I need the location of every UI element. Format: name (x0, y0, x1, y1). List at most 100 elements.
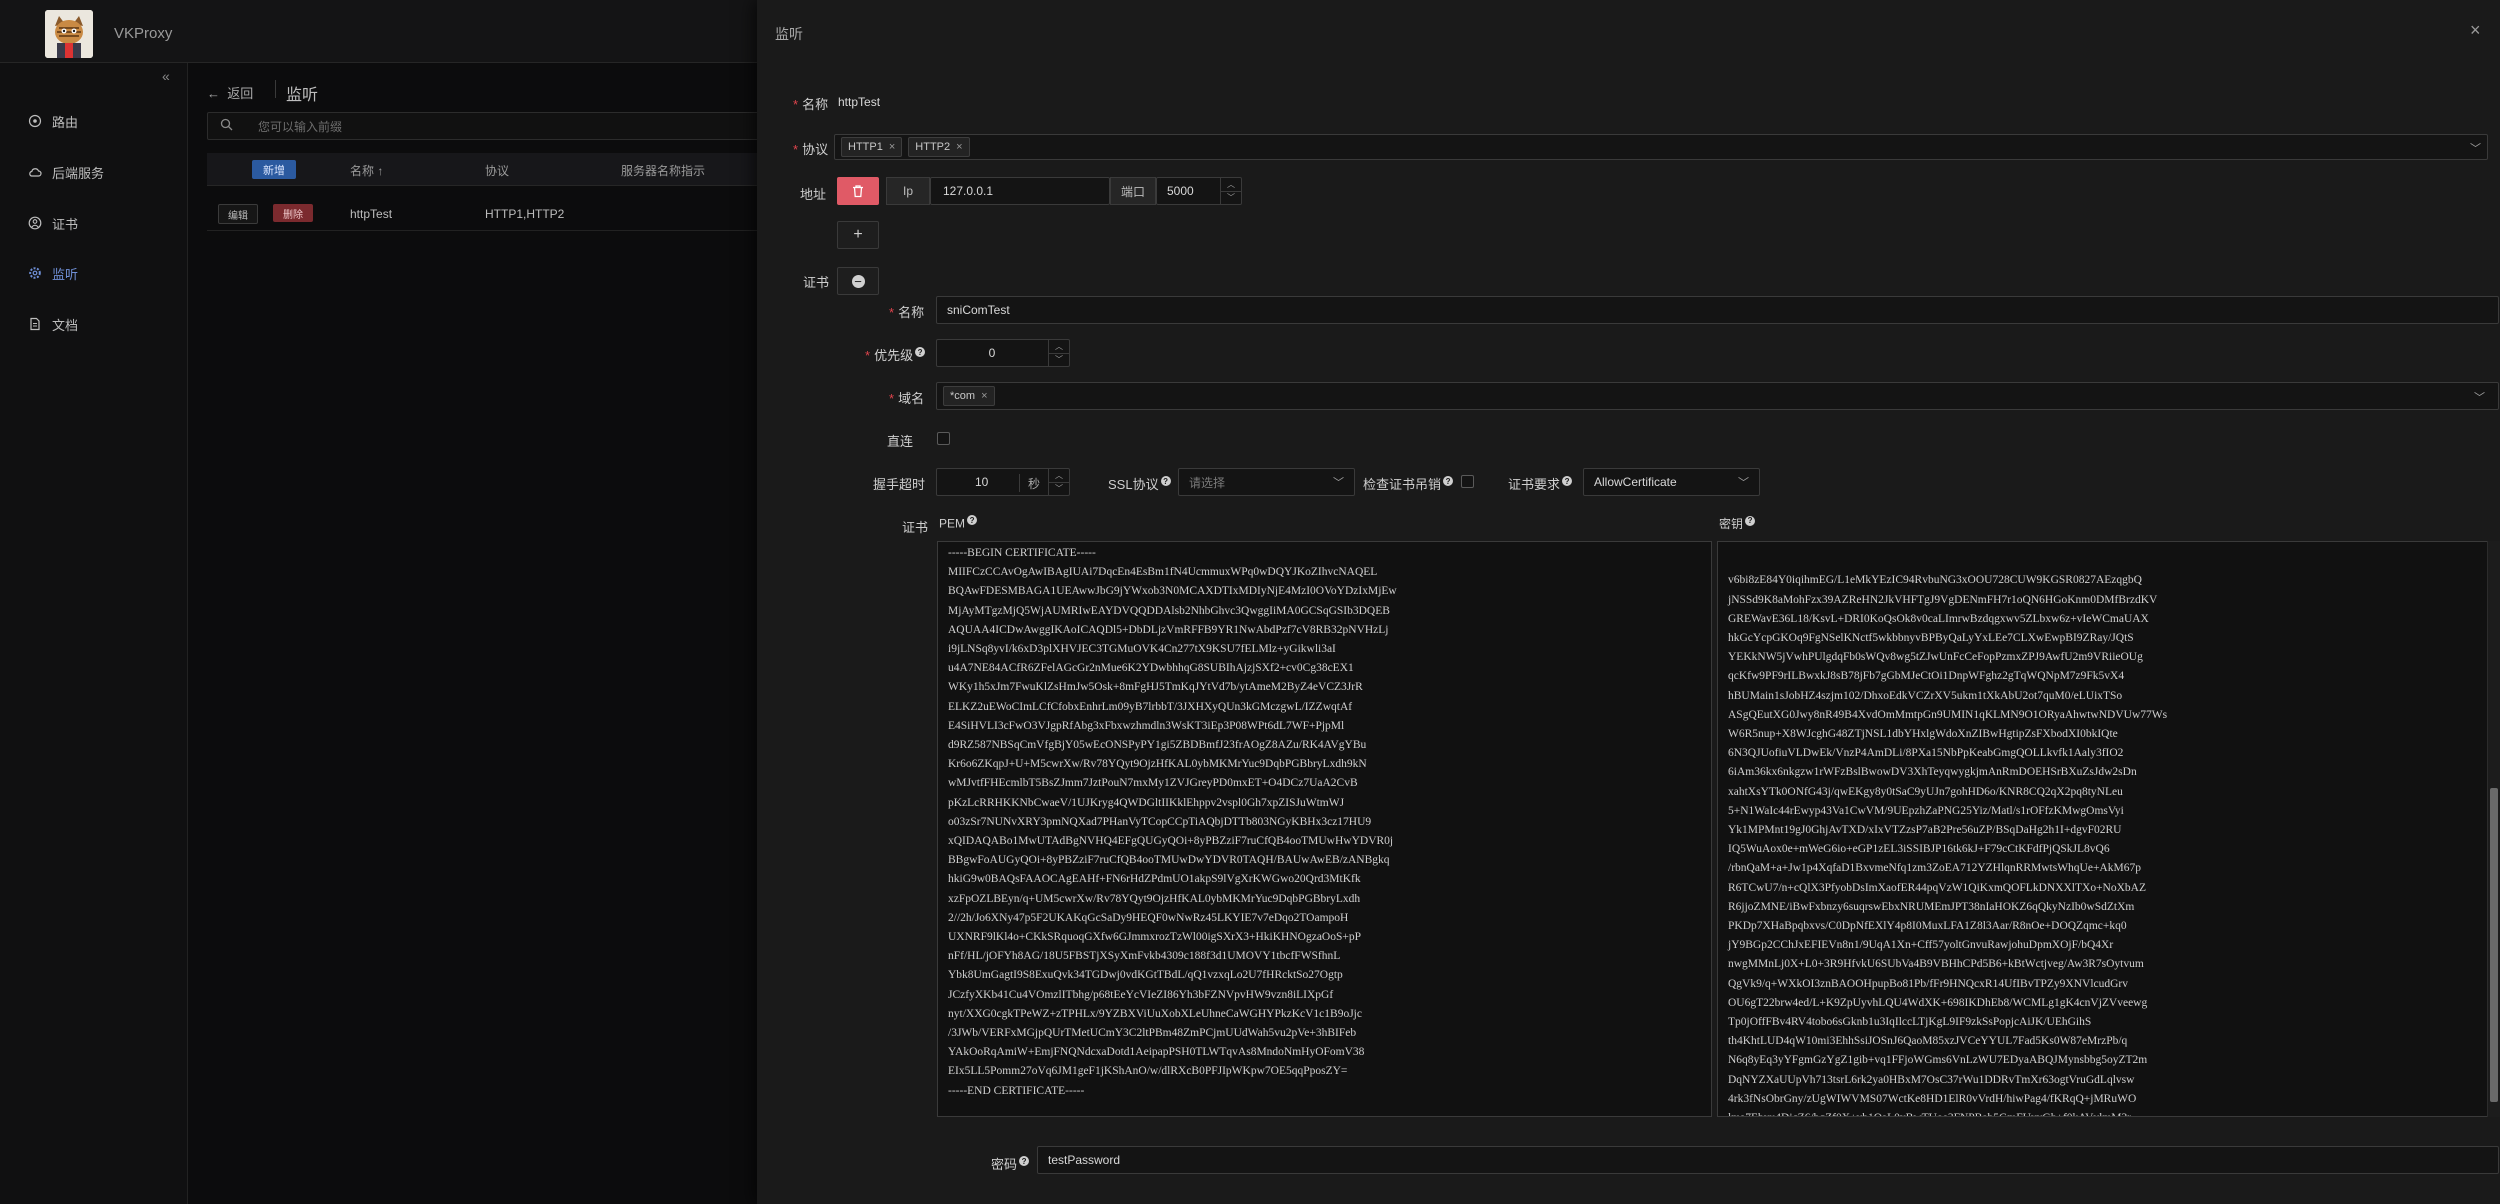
remove-tag-icon[interactable]: × (956, 141, 962, 153)
back-link[interactable]: ← 返回 (207, 83, 253, 102)
key-textarea-wrap: v6bi8zE84Y0iqihmEG/L1eMkYEzIC94RvbuNG3xO… (1717, 541, 2500, 1117)
pem-label: PEM? (939, 515, 978, 531)
ip-addon: Ip (886, 177, 930, 205)
edit-button[interactable]: 编辑 (218, 204, 258, 224)
port-value: 5000 (1167, 184, 1194, 198)
chevron-down-icon[interactable]: ﹀ (1049, 483, 1069, 496)
document-icon (30, 317, 40, 331)
add-address-button[interactable]: + (837, 221, 879, 249)
plus-icon: + (853, 226, 863, 243)
column-header-name[interactable]: 名称 ↑ (350, 162, 383, 179)
passthrough-label: 直连 (887, 434, 914, 449)
sidebar-item-label: 证书 (52, 216, 79, 232)
password-input[interactable]: testPassword (1037, 1146, 2499, 1174)
chevron-down-icon: ﹀ (2470, 143, 2481, 155)
chevron-down-icon[interactable]: ﹀ (1221, 192, 1241, 205)
remove-cert-button[interactable]: − (837, 267, 879, 295)
chevron-up-icon[interactable]: ︿ (1221, 178, 1241, 192)
cert-name-input[interactable]: sniComTest (936, 296, 2499, 324)
sidebar-item-backend[interactable]: 后端服务 (28, 157, 104, 187)
domain-select[interactable]: *com × (936, 382, 2499, 410)
protocol-tag: HTTP1 × (841, 137, 903, 157)
handshake-stepper[interactable]: 10 秒 ︿ ﹀ (936, 468, 1070, 496)
handshake-value: 10 (975, 475, 989, 489)
cert-name-value: sniComTest (947, 303, 1010, 317)
protocol-label: * 协议 (793, 142, 829, 157)
help-icon[interactable]: ? (967, 515, 978, 525)
ip-value: 127.0.0.1 (943, 184, 994, 198)
breadcrumb-divider (275, 80, 276, 98)
remove-tag-icon[interactable]: × (889, 141, 895, 153)
ip-input[interactable]: 127.0.0.1 (930, 177, 1110, 205)
check-revocation-checkbox[interactable] (1461, 475, 1474, 488)
search-placeholder: 您可以输入前缀 (258, 120, 343, 134)
search-icon (220, 118, 233, 131)
delete-address-button[interactable] (837, 177, 879, 205)
trash-icon (853, 185, 863, 198)
cert-requirement-select[interactable]: AllowCertificate ﹀ (1583, 468, 1760, 496)
help-icon[interactable]: ? (1443, 476, 1454, 487)
name-value: httpTest (838, 95, 881, 109)
protocol-select[interactable]: HTTP1 × HTTP2 × (834, 134, 2488, 160)
chevron-down-icon: ﹀ (1333, 477, 1344, 489)
check-revocation-label: 检查证书吊销? (1363, 474, 1454, 493)
location-icon (28, 114, 42, 128)
password-value: testPassword (1048, 1153, 1121, 1167)
sidebar-item-label: 后端服务 (52, 165, 105, 181)
collapse-sidebar-icon[interactable]: « (162, 68, 170, 84)
sidebar-item-certs[interactable]: 证书 (28, 208, 78, 238)
chevron-down-icon[interactable]: ﹀ (1049, 354, 1069, 367)
cloud-icon (29, 168, 42, 177)
cert-requirement-value: AllowCertificate (1594, 475, 1677, 489)
row-protocol: HTTP1,HTTP2 (485, 207, 565, 221)
cert-name-label: * 名称 (889, 305, 925, 320)
key-label: 密钥? (1719, 515, 1756, 532)
chevron-down-icon: ﹀ (1738, 477, 1749, 489)
drawer-title: 监听 (775, 26, 803, 42)
ssl-placeholder: 请选择 (1189, 475, 1226, 490)
app-logo (45, 10, 93, 58)
help-icon[interactable]: ? (1562, 476, 1573, 487)
column-header-sni: 服务器名称指示 (621, 164, 706, 178)
chevron-up-icon[interactable]: ︿ (1049, 469, 1069, 483)
sidebar-item-docs[interactable]: 文档 (28, 309, 78, 339)
priority-stepper[interactable]: 0 ︿ ﹀ (936, 339, 1070, 367)
pem-textarea[interactable]: -----BEGIN CERTIFICATE----- MIIFCzCCAvOg… (937, 541, 1712, 1117)
domain-tag: *com × (943, 386, 995, 406)
minus-circle-icon: − (851, 274, 865, 288)
arrow-left-icon: ← (207, 86, 220, 101)
page-title: 监听 (286, 87, 319, 104)
column-header-protocol: 协议 (485, 164, 510, 178)
sidebar-item-listen[interactable]: 监听 (28, 258, 78, 288)
close-icon[interactable]: × (2470, 20, 2481, 41)
chevron-down-icon: ﹀ (2474, 392, 2485, 404)
cert-content-label: 证书 (902, 520, 929, 535)
passthrough-checkbox[interactable] (937, 432, 950, 445)
ssl-label: SSL协议? (1108, 474, 1171, 493)
sidebar-item-label: 路由 (52, 114, 79, 130)
gear-icon (29, 267, 41, 279)
name-label: * 名称 (793, 97, 829, 112)
user-icon (28, 216, 42, 230)
domain-label: * 域名 (889, 391, 925, 406)
key-scrollbar[interactable] (2487, 541, 2500, 1117)
help-icon[interactable]: ? (1019, 1156, 1030, 1167)
password-label: 密码? (991, 1154, 1030, 1173)
handshake-label: 握手超时 (873, 477, 926, 492)
port-stepper[interactable]: 5000 ︿ ﹀ (1156, 177, 1242, 205)
protocol-tag: HTTP2 × (908, 137, 970, 157)
priority-value: 0 (988, 346, 996, 360)
delete-button[interactable]: 删除 (273, 204, 313, 222)
help-icon[interactable]: ? (915, 347, 926, 358)
handshake-unit: 秒 (1028, 477, 1041, 491)
new-button[interactable]: 新增 (252, 160, 296, 179)
chevron-up-icon[interactable]: ︿ (1049, 340, 1069, 354)
key-text: v6bi8zE84Y0iqihmEG/L1eMkYEzIC94RvbuNG3xO… (1728, 574, 2168, 1116)
help-icon[interactable]: ? (1160, 476, 1171, 487)
key-textarea[interactable]: v6bi8zE84Y0iqihmEG/L1eMkYEzIC94RvbuNG3xO… (1717, 541, 2500, 1117)
scroll-thumb[interactable] (2490, 788, 2498, 1102)
remove-tag-icon[interactable]: × (981, 390, 987, 402)
ssl-select[interactable]: 请选择 ﹀ (1178, 468, 1355, 496)
help-icon[interactable]: ? (1745, 515, 1756, 526)
sidebar-item-routes[interactable]: 路由 (28, 106, 78, 136)
